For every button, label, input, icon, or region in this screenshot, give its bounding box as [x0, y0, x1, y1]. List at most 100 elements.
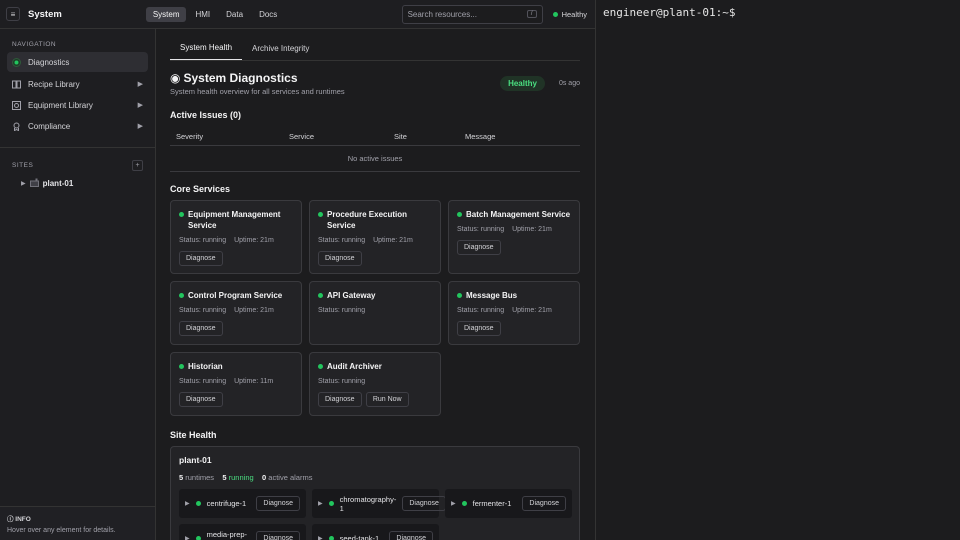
last-updated: 0s ago	[558, 80, 580, 87]
service-name: Batch Management Service	[466, 210, 571, 219]
info-panel: ⓘ INFO Hover over any element for detail…	[0, 506, 155, 540]
diagnose-button[interactable]: Diagnose	[256, 496, 300, 511]
page-subtitle: System health overview for all services …	[170, 87, 345, 96]
empty-issues-message: No active issues	[170, 145, 580, 172]
service-name: API Gateway	[327, 291, 376, 300]
diagnostics-icon	[12, 57, 21, 67]
service-name: Historian	[188, 362, 223, 371]
site-health-title: Site Health	[170, 430, 217, 440]
service-status: Status: running	[318, 378, 366, 385]
status-dot-icon	[328, 501, 334, 506]
service-card: Audit Archiver Status: running Diagnose …	[309, 352, 441, 416]
terminal-pane[interactable]: engineer@plant-01:~$	[596, 0, 960, 540]
status-dot-icon	[179, 212, 184, 217]
sites-section-label: SITES	[12, 162, 34, 169]
diagnose-button[interactable]: Diagnose	[179, 321, 223, 336]
runtime-label: centrifuge-1	[206, 499, 247, 508]
runtime-item[interactable]: ▶ centrifuge-1 Diagnose	[179, 489, 306, 518]
diagnose-button[interactable]: Diagnose	[402, 496, 446, 511]
runtime-grid: ▶ centrifuge-1 Diagnose ▶ chromatography…	[179, 489, 572, 540]
health-dot-icon	[552, 11, 558, 17]
diagnose-button[interactable]: Diagnose	[522, 496, 566, 511]
expand-arrow-icon[interactable]: ▶	[318, 535, 323, 540]
diagnose-button[interactable]: Diagnose	[318, 392, 362, 407]
runtime-label: media-prep-1	[206, 529, 248, 540]
factory-icon	[29, 178, 39, 189]
runtime-item[interactable]: ▶ seed-tank-1 Diagnose	[312, 524, 439, 540]
runtime-item[interactable]: ▶ fermenter-1 Diagnose	[445, 489, 572, 518]
tab-system-health[interactable]: System Health	[170, 43, 243, 60]
app-title: System	[28, 8, 62, 20]
run-now-button[interactable]: Run Now	[365, 392, 409, 407]
tab-docs[interactable]: Docs	[252, 7, 284, 22]
health-indicator[interactable]: Healthy	[551, 10, 589, 19]
status-dot-icon	[461, 501, 467, 506]
col-service[interactable]: Service	[283, 128, 388, 146]
site-name: plant-01	[179, 455, 212, 465]
service-status: Status: running	[457, 226, 505, 233]
col-message[interactable]: Message	[459, 128, 580, 146]
content-area: NAVIGATION Diagnostics Recipe Library ▶ …	[0, 29, 595, 540]
diagnose-button[interactable]: Diagnose	[457, 240, 501, 255]
col-severity[interactable]: Severity	[170, 128, 283, 146]
site-tree-item-plant-01[interactable]: ▶ plant-01	[0, 178, 155, 189]
status-dot-icon	[195, 501, 201, 506]
service-name: Procedure Execution Service	[327, 210, 408, 230]
service-status: Status: running	[179, 307, 227, 314]
runtime-label: fermenter-1	[472, 499, 512, 508]
service-uptime: Uptime: 21m	[234, 307, 274, 314]
service-name: Equipment Management Service	[188, 210, 281, 230]
status-dot-icon	[318, 293, 323, 298]
expand-arrow-icon[interactable]: ▶	[185, 535, 190, 540]
issues-table: Severity Service Site Message No active …	[170, 128, 580, 172]
service-status: Status: running	[179, 237, 227, 244]
status-dot-icon	[328, 536, 334, 540]
info-text: Hover over any element for details.	[7, 527, 116, 534]
expand-arrow-icon[interactable]: ▶	[451, 500, 456, 507]
sidebar-item-compliance[interactable]: Compliance ▶	[7, 116, 148, 136]
status-dot-icon	[179, 364, 184, 369]
compliance-icon	[12, 122, 21, 131]
top-nav-tabs: System HMI Data Docs	[145, 6, 284, 22]
runtime-item[interactable]: ▶ chromatography-1 Diagnose	[312, 489, 446, 518]
runtime-label: chromatography-1	[339, 494, 397, 513]
diagnose-button[interactable]: Diagnose	[179, 392, 223, 407]
sidebar-item-recipe-library[interactable]: Recipe Library ▶	[7, 74, 148, 94]
diagnose-button[interactable]: Diagnose	[179, 251, 223, 266]
service-card: Historian Status: running Uptime: 11m Dia…	[170, 352, 302, 416]
runtime-item[interactable]: ▶ media-prep-1 Diagnose	[179, 524, 306, 540]
expand-arrow-icon[interactable]: ▶	[318, 500, 323, 507]
service-card: API Gateway Status: running	[309, 281, 441, 345]
sidebar-item-equipment-library[interactable]: Equipment Library ▶	[7, 95, 148, 115]
diagnose-button[interactable]: Diagnose	[457, 321, 501, 336]
sidebar-item-label: Recipe Library	[28, 79, 80, 89]
tab-data[interactable]: Data	[219, 7, 250, 22]
service-uptime: Uptime: 21m	[512, 226, 552, 233]
tab-archive-integrity[interactable]: Archive Integrity	[242, 44, 319, 60]
expand-arrow-icon[interactable]: ▶	[185, 500, 190, 507]
app-window: ≡ System System HMI Data Docs Search res…	[0, 0, 960, 540]
sidebar-item-diagnostics[interactable]: Diagnostics	[7, 52, 148, 72]
service-status: Status: running	[457, 307, 505, 314]
tab-hmi[interactable]: HMI	[188, 7, 217, 22]
tab-system[interactable]: System	[145, 6, 187, 22]
chevron-right-icon: ▶	[137, 81, 143, 88]
service-uptime: Uptime: 21m	[373, 237, 413, 244]
search-shortcut-key: /	[526, 10, 537, 18]
status-dot-icon	[195, 536, 201, 540]
runtime-label: seed-tank-1	[339, 534, 380, 540]
status-dot-icon	[179, 293, 184, 298]
status-badge: Healthy	[500, 76, 545, 91]
col-site[interactable]: Site	[388, 128, 459, 146]
search-input[interactable]: Search resources... /	[401, 4, 543, 24]
sidebar-item-label: Compliance	[28, 121, 71, 131]
diagnose-button[interactable]: Diagnose	[256, 531, 300, 540]
service-uptime: Uptime: 21m	[234, 237, 274, 244]
diagnose-button[interactable]: Diagnose	[389, 531, 433, 540]
diagnose-button[interactable]: Diagnose	[318, 251, 362, 266]
add-site-button[interactable]: +	[132, 160, 143, 171]
service-status: Status: running	[318, 307, 366, 314]
service-status: Status: running	[318, 237, 366, 244]
info-title: ⓘ INFO	[7, 516, 31, 523]
menu-icon[interactable]: ≡	[6, 7, 20, 21]
